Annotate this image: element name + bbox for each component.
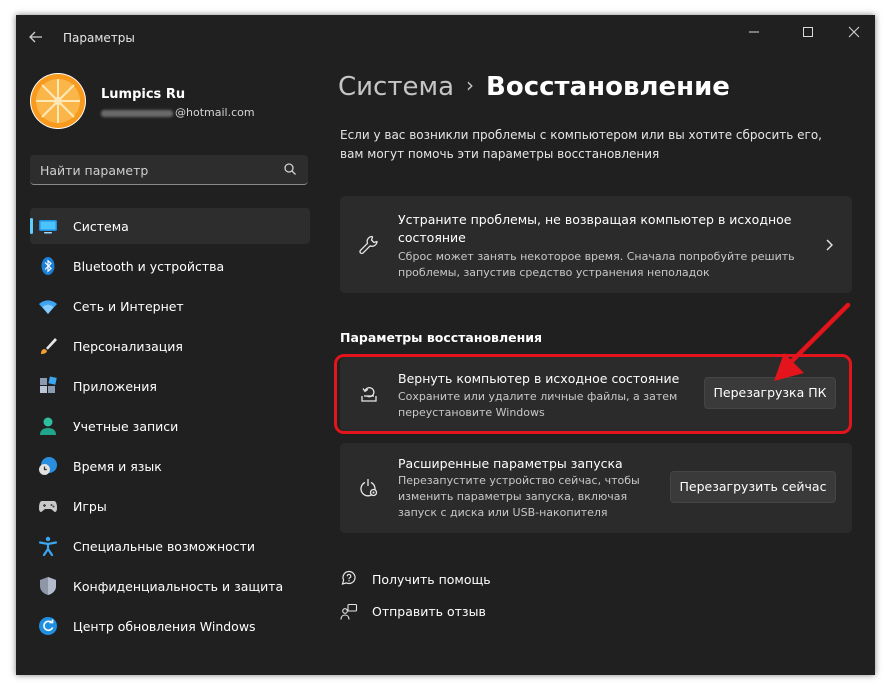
search-placeholder: Найти параметр — [40, 163, 149, 178]
recovery-section-heading: Параметры восстановления — [340, 330, 543, 345]
sidebar-item-apps[interactable]: Приложения — [30, 368, 310, 404]
gamepad-icon — [38, 496, 58, 516]
sidebar-item-accounts[interactable]: Учетные записи — [30, 408, 310, 444]
user-name: Lumpics Ru — [101, 87, 186, 102]
accessibility-icon — [38, 536, 58, 557]
breadcrumb-parent[interactable]: Система — [338, 72, 454, 102]
search-icon[interactable] — [282, 161, 298, 177]
intro-text: Если у вас возникли проблемы с компьютер… — [340, 128, 822, 161]
wifi-icon — [38, 296, 58, 316]
sidebar-item-label: Игры — [73, 499, 107, 514]
page-title: Восстановление — [486, 72, 730, 102]
monitor-icon — [38, 216, 58, 236]
back-arrow-icon[interactable] — [28, 29, 48, 47]
sidebar-item-label: Сеть и Интернет — [73, 299, 184, 314]
troubleshoot-card[interactable]: Устраните проблемы, не возвращая компьют… — [340, 196, 852, 293]
shield-icon — [38, 576, 58, 596]
send-feedback-link[interactable]: Отправить отзыв — [372, 604, 486, 619]
sidebar-item-label: Время и язык — [73, 459, 162, 474]
wrench-icon — [358, 234, 380, 256]
sidebar-nav: Система Bluetooth и устройства Сеть и Ин… — [30, 208, 310, 648]
sidebar-item-privacy[interactable]: Конфиденциальность и защита — [30, 568, 310, 604]
apps-icon — [38, 376, 58, 396]
advanced-startup-card: Расширенные параметры запуска Перезапуст… — [340, 443, 852, 533]
clock-globe-icon — [38, 456, 58, 476]
troubleshoot-title: Устраните проблемы, не возвращая компьют… — [398, 212, 792, 245]
sidebar-item-system[interactable]: Система — [30, 208, 310, 244]
maximize-button[interactable] — [788, 21, 828, 49]
window-title: Параметры — [63, 31, 135, 45]
sidebar-item-label: Центр обновления Windows — [73, 619, 256, 634]
sidebar-item-windows-update[interactable]: Центр обновления Windows — [30, 608, 310, 644]
sidebar-item-time-language[interactable]: Время и язык — [30, 448, 310, 484]
sidebar-item-label: Bluetooth и устройства — [73, 259, 225, 274]
sidebar-item-personalization[interactable]: Персонализация — [30, 328, 310, 364]
help-icon — [340, 570, 358, 588]
sidebar-item-label: Специальные возможности — [73, 539, 256, 554]
minimize-button[interactable] — [734, 21, 774, 49]
update-icon — [38, 616, 58, 636]
get-help-link[interactable]: Получить помощь — [372, 572, 491, 587]
sidebar-item-label: Конфиденциальность и защита — [73, 579, 284, 594]
restart-now-button[interactable]: Перезагрузить сейчас — [670, 471, 836, 503]
chevron-right-icon[interactable] — [818, 234, 840, 256]
person-icon — [38, 416, 58, 436]
sidebar-item-bluetooth[interactable]: Bluetooth и устройства — [30, 248, 310, 284]
search-input[interactable]: Найти параметр — [30, 155, 308, 185]
bluetooth-icon — [38, 256, 58, 276]
sidebar-item-label: Система — [73, 219, 129, 234]
red-arrow-annotation — [774, 302, 851, 381]
sidebar-item-accessibility[interactable]: Специальные возможности — [30, 528, 310, 564]
feedback-icon — [340, 603, 358, 621]
avatar[interactable] — [30, 73, 86, 129]
email-redacted — [101, 109, 173, 117]
advanced-title: Расширенные параметры запуска — [398, 456, 623, 471]
breadcrumb: Система › Восстановление — [338, 72, 730, 102]
sidebar-item-gaming[interactable]: Игры — [30, 488, 310, 524]
sidebar-item-label: Учетные записи — [73, 419, 179, 434]
advanced-subtitle: Перезапустите устройство сейчас, чтобы и… — [398, 474, 640, 519]
brush-icon — [38, 336, 58, 356]
user-email: @hotmail.com — [101, 106, 255, 119]
breadcrumb-separator: › — [466, 73, 475, 97]
power-gear-icon — [358, 477, 380, 499]
sidebar-item-label: Персонализация — [73, 339, 183, 354]
sidebar-item-network[interactable]: Сеть и Интернет — [30, 288, 310, 324]
troubleshoot-subtitle: Сброс может занять некоторое время. Снач… — [398, 250, 795, 279]
email-domain: @hotmail.com — [175, 106, 255, 119]
title-bar: Параметры — [16, 15, 875, 61]
close-button[interactable] — [834, 21, 874, 49]
settings-window: Параметры Lumpics Ru @hotmail.com Найти … — [16, 15, 875, 675]
sidebar-item-label: Приложения — [73, 379, 157, 394]
